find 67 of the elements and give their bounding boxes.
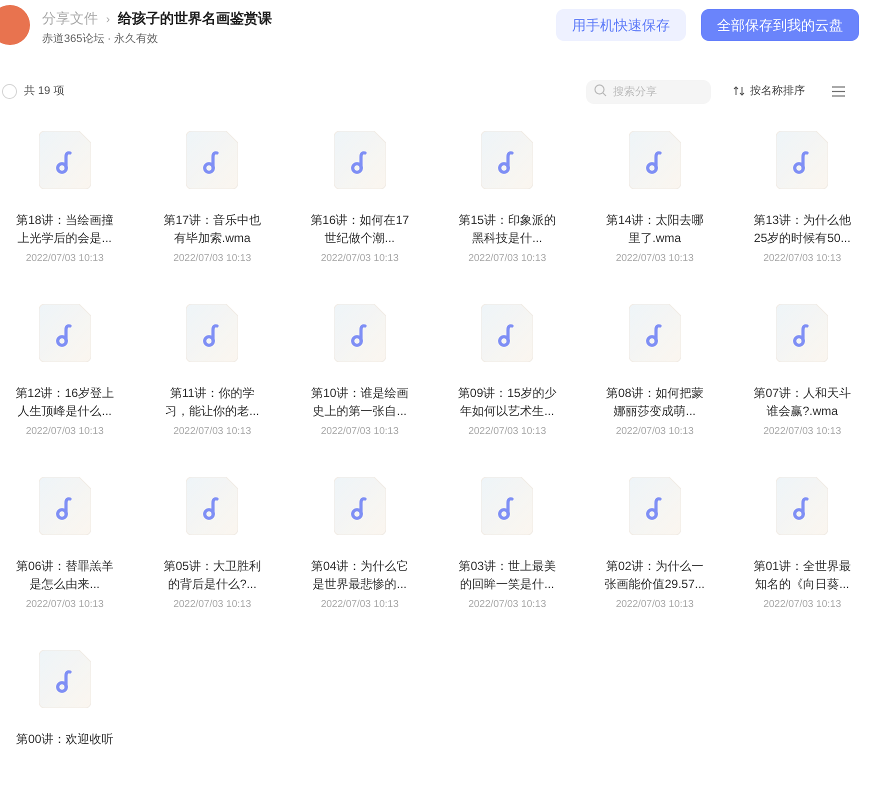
- audio-file-icon: [334, 477, 386, 535]
- audio-file-icon: [776, 131, 828, 189]
- file-date: 2022/07/03 10:13: [173, 252, 252, 266]
- file-name[interactable]: 第13讲：为什么他 25岁的时候有50...: [754, 211, 851, 247]
- audio-file-icon: [186, 304, 238, 362]
- file-name[interactable]: 第17讲：音乐中也 有毕加索.wma: [164, 211, 261, 247]
- file-name[interactable]: 第05讲：大卫胜利 的背后是什么?...: [164, 557, 261, 593]
- share-title: 给孩子的世界名画鉴赏课: [118, 9, 272, 28]
- audio-file-icon: [186, 131, 238, 189]
- share-subtitle: 赤道365论坛 · 永久有效: [42, 32, 160, 47]
- file-date: 2022/07/03 10:13: [468, 425, 546, 439]
- breadcrumb-separator: ›: [106, 10, 110, 28]
- audio-file-icon: [776, 477, 828, 535]
- file-date: 2022/07/03 10:13: [468, 252, 546, 266]
- audio-file-icon: [481, 304, 534, 362]
- file-name[interactable]: 第11讲：你的学 习，能让你的老...: [165, 384, 260, 420]
- file-name[interactable]: 第00讲：欢迎收听: [16, 730, 114, 748]
- file-date: 2022/07/03 10:13: [616, 425, 694, 439]
- sort-arrows-icon: [733, 86, 745, 96]
- audio-file-icon: [186, 477, 238, 535]
- audio-file-icon: [481, 131, 534, 189]
- audio-file-icon: [628, 477, 681, 535]
- audio-file-icon: [334, 131, 386, 189]
- audio-file-icon: [38, 650, 91, 708]
- audio-file-icon: [334, 304, 386, 362]
- file-date: 2022/07/03 10:13: [173, 425, 252, 439]
- file-name[interactable]: 第15讲：印象派的 黑科技是什...: [458, 211, 556, 247]
- file-name[interactable]: 第09讲：15岁的少 年如何以艺术生...: [458, 384, 557, 420]
- file-date: 2022/07/03 10:13: [26, 598, 104, 612]
- file-date: 2022/07/03 10:13: [320, 598, 399, 612]
- audio-file-icon: [628, 131, 681, 189]
- file-date: 2022/07/03 10:13: [26, 252, 104, 266]
- file-date: 2022/07/03 10:13: [173, 598, 252, 612]
- avatar: [0, 5, 30, 45]
- file-date: 2022/07/03 10:13: [763, 425, 842, 439]
- file-date: 2022/07/03 10:13: [26, 425, 104, 439]
- file-date: 2022/07/03 10:13: [616, 252, 694, 266]
- audio-file-icon: [38, 131, 91, 189]
- menu-icon[interactable]: [832, 86, 845, 96]
- file-name[interactable]: 第03讲：世上最美 的回眸一笑是什...: [458, 557, 556, 593]
- search-field[interactable]: 搜索分享: [586, 80, 711, 104]
- file-date: 2022/07/03 10:13: [616, 598, 694, 612]
- file-name[interactable]: 第06讲：替罪羔羊 是怎么由来...: [16, 557, 114, 593]
- file-name[interactable]: 第02讲：为什么一 张画能价值29.57...: [604, 557, 705, 593]
- audio-file-icon: [628, 304, 681, 362]
- file-name[interactable]: 第10讲：谁是绘画 史上的第一张自...: [311, 384, 408, 420]
- file-date: 2022/07/03 10:13: [468, 598, 546, 612]
- audio-file-icon: [38, 477, 91, 535]
- file-date: 2022/07/03 10:13: [320, 425, 399, 439]
- sort-button[interactable]: 按名称排序: [733, 82, 805, 100]
- file-name[interactable]: 第04讲：为什么它 是世界最悲惨的...: [311, 557, 408, 593]
- file-name[interactable]: 第18讲：当绘画撞 上光学后的会是...: [16, 211, 114, 247]
- file-name[interactable]: 第07讲：人和天斗 谁会赢?.wma: [754, 384, 851, 420]
- search-icon: [594, 84, 607, 97]
- file-date: 2022/07/03 10:13: [320, 252, 399, 266]
- file-name[interactable]: 第14讲：太阳去哪 里了.wma: [606, 211, 704, 247]
- item-count: 共 19 项: [24, 84, 64, 99]
- file-name[interactable]: 第01讲：全世界最 知名的《向日葵...: [754, 557, 851, 593]
- audio-file-icon: [38, 304, 91, 362]
- file-date: 2022/07/03 10:13: [763, 598, 842, 612]
- file-date: 2022/07/03 10:13: [763, 252, 842, 266]
- file-name[interactable]: 第08讲：如何把蒙 娜丽莎变成萌...: [606, 384, 704, 420]
- select-all-checkbox[interactable]: [2, 84, 17, 98]
- file-name[interactable]: 第12讲：16岁登上 人生顶峰是什么...: [15, 384, 114, 420]
- audio-file-icon: [481, 477, 534, 535]
- file-name[interactable]: 第16讲：如何在17 世纪做个潮...: [310, 211, 410, 247]
- audio-file-icon: [776, 304, 828, 362]
